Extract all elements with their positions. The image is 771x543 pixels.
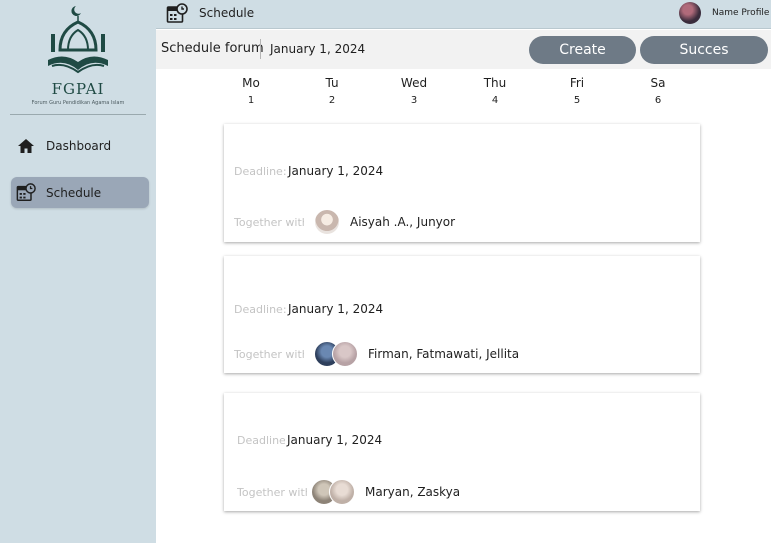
deadline-label: Deadline: [237,433,285,447]
day-number: 5 [573,95,581,106]
day-name: Mo [242,76,260,90]
schedule-header: Schedule forum January 1, 2024 Create Su… [156,30,771,69]
schedule-card[interactable]: Deadline: January 1, 2024 Together with:… [224,393,700,511]
day-saturday[interactable]: Sa 6 [638,76,678,106]
header-divider [260,39,261,59]
members-names: Aisyah .A., Junyor [350,215,456,229]
day-wednesday[interactable]: Wed 3 [394,76,434,106]
members-names: Maryan, Zaskya [365,485,461,499]
calendar-clock-icon [16,182,36,203]
schedule-card[interactable]: Deadline: January 1, 2024 Together with:… [224,256,700,373]
day-name: Wed [400,76,428,90]
sidebar-item-label: Dashboard [46,138,112,153]
day-name: Sa [650,76,666,90]
calendar-clock-icon [166,3,188,25]
together-with-label: Together with: [237,485,307,499]
day-number: 2 [328,95,336,106]
members-names: Firman, Fatmawati, Jellita [368,347,520,361]
succes-button[interactable]: Succes [640,36,768,64]
deadline-date: January 1, 2024 [288,164,384,178]
home-icon [16,136,36,156]
sidebar-item-dashboard[interactable]: Dashboard [11,130,149,161]
day-tuesday[interactable]: Tu 2 [312,76,352,106]
header-date: January 1, 2024 [270,42,366,56]
day-friday[interactable]: Fri 5 [557,76,597,106]
member-avatar [332,341,358,367]
day-name: Tu [325,76,339,90]
day-name: Fri [569,76,585,90]
deadline-date: January 1, 2024 [288,302,384,316]
forum-title: Schedule forum [161,41,264,56]
brand-subtitle: Forum Guru Pendidikan Agama Islam [31,100,125,106]
day-name: Thu [483,76,507,90]
together-with-label: Together with: [234,215,304,229]
day-monday[interactable]: Mo 1 [231,76,271,106]
profile-name[interactable]: Name Profile [712,8,769,18]
schedule-card[interactable]: Deadline: January 1, 2024 Together with:… [224,124,700,242]
day-number: 3 [410,95,418,106]
sidebar-divider [10,114,146,115]
day-number: 6 [654,95,662,106]
sidebar-item-label: Schedule [46,185,102,200]
day-thursday[interactable]: Thu 4 [475,76,515,106]
day-number: 1 [247,95,255,106]
create-button[interactable]: Create [529,36,636,64]
member-avatar [314,209,340,235]
day-number: 4 [491,95,499,106]
sidebar: FGPAI Forum Guru Pendidikan Agama Islam … [0,0,156,543]
fgpai-logo [48,6,108,74]
member-avatar [329,479,355,505]
page-title: Schedule [199,6,255,20]
deadline-date: January 1, 2024 [287,433,383,447]
together-with-label: Together with: [234,347,304,361]
top-bar: Schedule Name Profile [156,0,771,29]
brand-name: FGPAI [51,80,105,98]
sidebar-item-schedule[interactable]: Schedule [11,177,149,208]
profile-avatar[interactable] [679,2,701,24]
